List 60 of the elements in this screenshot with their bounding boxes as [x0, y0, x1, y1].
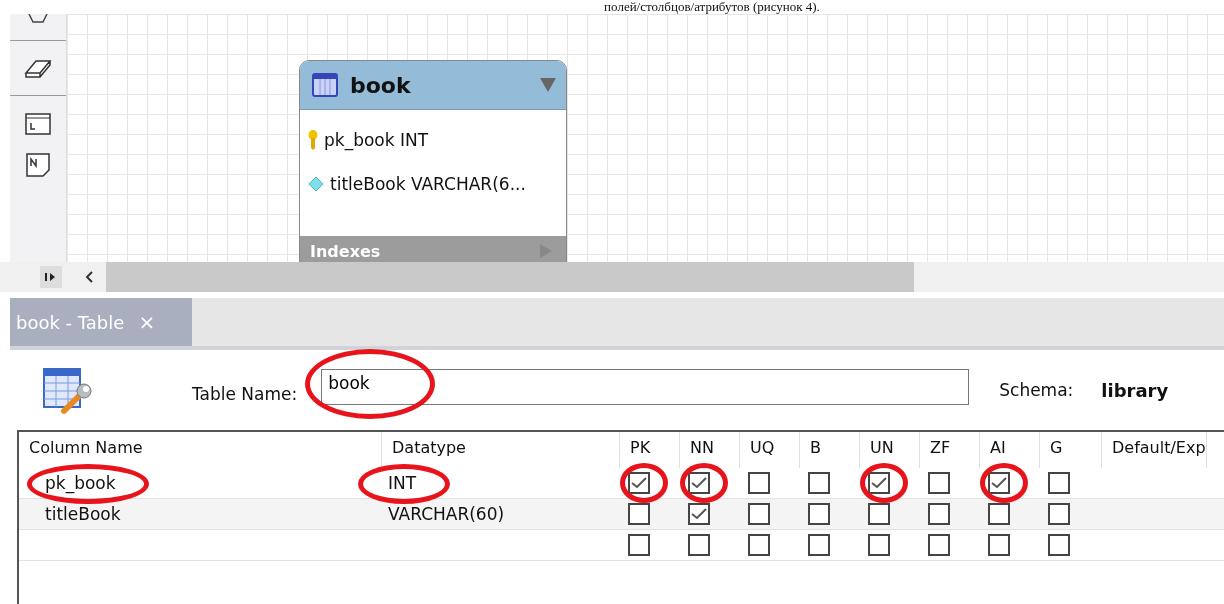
checkbox[interactable] [808, 472, 830, 494]
schema-value: library [1101, 379, 1169, 401]
column-header[interactable]: AI [990, 438, 1006, 457]
horizontal-scrollbar[interactable] [106, 262, 914, 292]
checkbox[interactable] [868, 503, 890, 525]
checkbox[interactable] [1048, 534, 1070, 556]
sidebar-toggle-icon[interactable] [40, 266, 62, 288]
column-header[interactable]: UN [870, 438, 894, 457]
entity-column: titleBook VARCHAR(6... [330, 174, 526, 194]
checkbox[interactable] [868, 534, 890, 556]
checkbox[interactable] [748, 503, 770, 525]
schema-label: Schema: [999, 380, 1074, 400]
document-caption: полей/столбцов/атрибутов (рисунок 4). [604, 0, 820, 14]
table-name-field[interactable]: book [321, 369, 970, 405]
column-name-cell[interactable]: pk_book [45, 473, 116, 493]
column-header[interactable]: UQ [750, 438, 775, 457]
column-header[interactable]: B [810, 438, 821, 457]
entity-column: pk_book INT [324, 130, 429, 150]
checkbox[interactable] [1048, 472, 1070, 494]
column-name-cell[interactable]: titleBook [45, 504, 121, 524]
key-icon [308, 130, 318, 150]
checkbox[interactable] [748, 472, 770, 494]
column-header[interactable]: ZF [930, 438, 951, 457]
checkbox[interactable] [988, 472, 1010, 494]
checkbox[interactable] [628, 503, 650, 525]
checkbox[interactable] [628, 472, 650, 494]
checkbox[interactable] [928, 534, 950, 556]
table-entity[interactable]: book pk_book INT titleBook VARCHAR(6... Indexes [299, 60, 567, 262]
table-name-label: Table Name: [192, 384, 298, 404]
checkbox[interactable] [988, 534, 1010, 556]
checkbox[interactable] [808, 503, 830, 525]
entity-title: book [350, 72, 412, 98]
checkbox[interactable] [688, 503, 710, 525]
checkbox[interactable] [868, 472, 890, 494]
note-icon[interactable] [25, 152, 51, 178]
table-icon [312, 73, 338, 97]
column-header[interactable]: NN [690, 438, 714, 457]
caret-icon[interactable] [540, 78, 556, 92]
checkbox[interactable] [1048, 503, 1070, 525]
checkbox[interactable] [988, 503, 1010, 525]
column-header[interactable]: PK [630, 438, 651, 457]
checkbox[interactable] [808, 534, 830, 556]
checkbox[interactable] [688, 472, 710, 494]
column-header[interactable]: G [1050, 438, 1063, 457]
shape-tool-icon[interactable] [25, 14, 51, 24]
eraser-icon[interactable] [24, 57, 52, 79]
diamond-icon [308, 176, 324, 192]
column-header[interactable]: Default/Exp [1112, 438, 1206, 457]
column-header[interactable]: Column Name [29, 438, 143, 457]
checkbox[interactable] [628, 534, 650, 556]
section-title: Indexes [310, 241, 381, 261]
layer-icon[interactable] [24, 112, 52, 136]
scroll-left-icon[interactable] [84, 270, 94, 284]
checkbox[interactable] [928, 503, 950, 525]
checkbox[interactable] [928, 472, 950, 494]
datatype-cell[interactable]: INT [388, 473, 417, 493]
datatype-cell[interactable]: VARCHAR(60) [388, 504, 505, 524]
checkbox[interactable] [748, 534, 770, 556]
checkbox[interactable] [688, 534, 710, 556]
column-header[interactable]: Datatype [392, 438, 466, 457]
